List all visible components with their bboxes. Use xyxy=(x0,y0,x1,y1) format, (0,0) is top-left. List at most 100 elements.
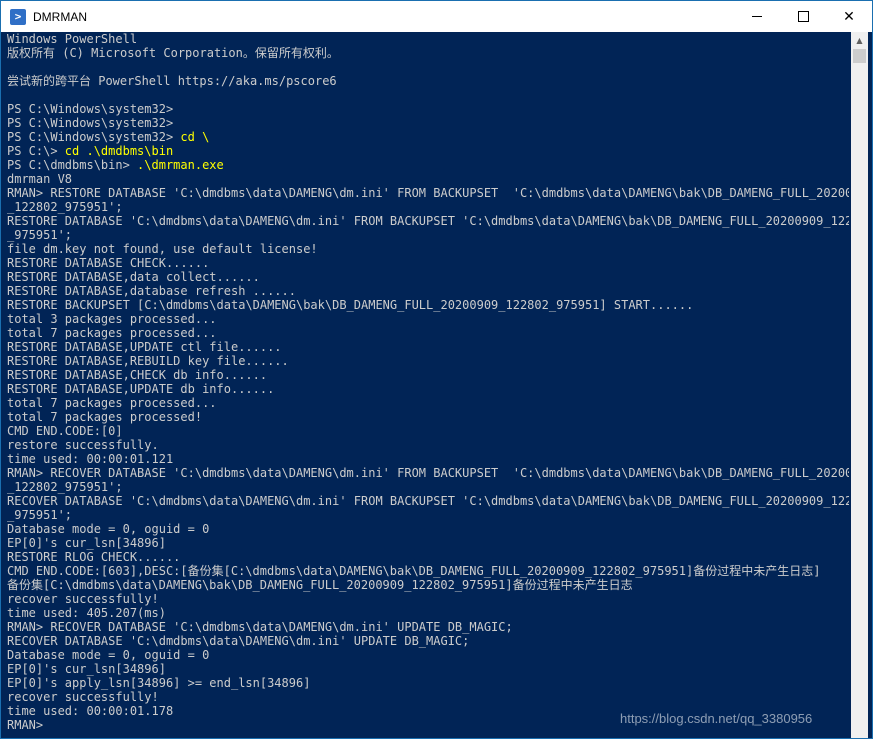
console-line: recover successfully! xyxy=(7,690,849,704)
console-line: RESTORE DATABASE CHECK...... xyxy=(7,256,849,270)
console-line: RMAN> RECOVER DATABASE 'C:\dmdbms\data\D… xyxy=(7,620,849,634)
powershell-window: > DMRMAN ✕ Windows PowerShell 版权所有 (C) Mi… xyxy=(0,0,873,739)
console-line: recover successfully! xyxy=(7,592,849,606)
console-line: Windows PowerShell xyxy=(7,32,849,46)
console-line-text: _975951'; xyxy=(7,508,73,522)
console-line: RESTORE DATABASE,REBUILD key file...... xyxy=(7,354,849,368)
console-line-text: restore successfully. xyxy=(7,438,159,452)
console-line-text: total 7 packages processed... xyxy=(7,396,217,410)
console-command-text: cd \ xyxy=(173,130,210,144)
console-line: total 7 packages processed... xyxy=(7,326,849,340)
console-line: total 7 packages processed! xyxy=(7,410,849,424)
console-line-text: CMD END.CODE:[0] xyxy=(7,424,123,438)
close-icon: ✕ xyxy=(843,8,855,25)
console-line: 版权所有 (C) Microsoft Corporation。保留所有权利。 xyxy=(7,46,849,60)
scroll-up-arrow-icon[interactable]: ▲ xyxy=(851,32,868,49)
console-line-text: PS C:\Windows\system32> xyxy=(7,102,174,116)
console-line-text: total 7 packages processed! xyxy=(7,410,203,424)
console-line-text: RESTORE DATABASE 'C:\dmdbms\data\DAMENG\… xyxy=(7,214,849,228)
console-line: RESTORE DATABASE,UPDATE db info...... xyxy=(7,382,849,396)
console-line: PS C:\Windows\system32> xyxy=(7,102,849,116)
console-line: EP[0]'s cur_lsn[34896] xyxy=(7,536,849,550)
console-line-text: RECOVER DATABASE 'C:\dmdbms\data\DAMENG\… xyxy=(7,634,470,648)
console-line-text: recover successfully! xyxy=(7,592,159,606)
console-line-text: 尝试新的跨平台 PowerShell https://aka.ms/pscore… xyxy=(7,74,337,88)
console-line-text: RMAN> RESTORE DATABASE 'C:\dmdbms\data\D… xyxy=(7,186,849,200)
console-line-text: CMD END.CODE:[603],DESC:[备份集[C:\dmdbms\d… xyxy=(7,564,821,578)
console-line-text: PS C:\Windows\system32> xyxy=(7,116,174,130)
console-line-text: Database mode = 0, oguid = 0 xyxy=(7,648,210,662)
console-line-text: EP[0]'s cur_lsn[34896] xyxy=(7,662,166,676)
minimize-icon xyxy=(752,16,762,17)
console-line: RESTORE BACKUPSET [C:\dmdbms\data\DAMENG… xyxy=(7,298,849,312)
console-line-text: RMAN> RECOVER DATABASE 'C:\dmdbms\data\D… xyxy=(7,466,849,480)
vertical-scrollbar[interactable]: ▲ xyxy=(851,32,868,738)
console-line-text: RESTORE DATABASE,UPDATE db info...... xyxy=(7,382,275,396)
console-line: _975951'; xyxy=(7,228,849,242)
console-output[interactable]: Windows PowerShell 版权所有 (C) Microsoft Cor… xyxy=(7,32,849,738)
console-line: RESTORE RLOG CHECK...... xyxy=(7,550,849,564)
console-line: _975951'; xyxy=(7,508,849,522)
console-line: RMAN> RESTORE DATABASE 'C:\dmdbms\data\D… xyxy=(7,186,849,200)
console-line: _122802_975951'; xyxy=(7,480,849,494)
console-line-text: time used: 00:00:01.121 xyxy=(7,452,174,466)
console-line: Database mode = 0, oguid = 0 xyxy=(7,648,849,662)
console-line: RECOVER DATABASE 'C:\dmdbms\data\DAMENG\… xyxy=(7,494,849,508)
console-line-text: _122802_975951'; xyxy=(7,200,123,214)
console-line: 备份集[C:\dmdbms\data\DAMENG\bak\DB_DAMENG_… xyxy=(7,578,849,592)
console-line: RMAN> RECOVER DATABASE 'C:\dmdbms\data\D… xyxy=(7,466,849,480)
console-line-text: EP[0]'s cur_lsn[34896] xyxy=(7,536,166,550)
console-line: 尝试新的跨平台 PowerShell https://aka.ms/pscore… xyxy=(7,74,849,88)
console-line-text: recover successfully! xyxy=(7,690,159,704)
console-line-text: RESTORE DATABASE,REBUILD key file...... xyxy=(7,354,289,368)
console-line-text: PS C:\> xyxy=(7,144,58,158)
console-line-text: 版权所有 (C) Microsoft Corporation。保留所有权利。 xyxy=(7,46,339,60)
console-line: PS C:\> cd .\dmdbms\bin xyxy=(7,144,849,158)
console-line-text: _975951'; xyxy=(7,228,73,242)
console-line: CMD END.CODE:[0] xyxy=(7,424,849,438)
console-line: PS C:\dmdbms\bin> .\dmrman.exe xyxy=(7,158,849,172)
console-line-text: RESTORE DATABASE,CHECK db info...... xyxy=(7,368,268,382)
console-line: file dm.key not found, use default licen… xyxy=(7,242,849,256)
console-line: PS C:\Windows\system32> cd \ xyxy=(7,130,849,144)
console-line: CMD END.CODE:[603],DESC:[备份集[C:\dmdbms\d… xyxy=(7,564,849,578)
console-line-text: PS C:\dmdbms\bin> xyxy=(7,158,130,172)
console-line-text: RESTORE DATABASE,database refresh ...... xyxy=(7,284,296,298)
console-line-text: time used: 405.207(ms) xyxy=(7,606,166,620)
console-line-text: Windows PowerShell xyxy=(7,32,138,46)
title-bar[interactable]: > DMRMAN ✕ xyxy=(1,1,872,32)
maximize-icon xyxy=(797,11,809,22)
console-line: RESTORE DATABASE 'C:\dmdbms\data\DAMENG\… xyxy=(7,214,849,228)
console-command-text: cd .\dmdbms\bin xyxy=(57,144,174,158)
console-line: EP[0]'s apply_lsn[34896] >= end_lsn[3489… xyxy=(7,676,849,690)
console-line-text: dmrman V8 xyxy=(7,172,73,186)
console-line-text: RECOVER DATABASE 'C:\dmdbms\data\DAMENG\… xyxy=(7,494,849,508)
console-line: Database mode = 0, oguid = 0 xyxy=(7,522,849,536)
scroll-thumb[interactable] xyxy=(853,49,866,63)
console-line-text: file dm.key not found, use default licen… xyxy=(7,242,318,256)
window-title: DMRMAN xyxy=(33,9,87,24)
console-line-text: RESTORE DATABASE,UPDATE ctl file...... xyxy=(7,340,282,354)
minimize-button[interactable] xyxy=(734,1,780,32)
console-line-text: RESTORE DATABASE,data collect...... xyxy=(7,270,260,284)
console-line: PS C:\Windows\system32> xyxy=(7,116,849,130)
console-line: RESTORE DATABASE,database refresh ...... xyxy=(7,284,849,298)
console-command-text: .\dmrman.exe xyxy=(129,158,224,172)
console-line-text: _122802_975951'; xyxy=(7,480,123,494)
console-line-text: 备份集[C:\dmdbms\data\DAMENG\bak\DB_DAMENG_… xyxy=(7,578,633,592)
powershell-icon: > xyxy=(10,8,26,25)
console-line: total 7 packages processed... xyxy=(7,396,849,410)
console-line-text: RESTORE DATABASE CHECK...... xyxy=(7,256,210,270)
console-line-text: total 7 packages processed... xyxy=(7,326,217,340)
console-line: RECOVER DATABASE 'C:\dmdbms\data\DAMENG\… xyxy=(7,634,849,648)
console-line: total 3 packages processed... xyxy=(7,312,849,326)
maximize-button[interactable] xyxy=(780,1,826,32)
close-button[interactable]: ✕ xyxy=(826,1,872,32)
console-line: _122802_975951'; xyxy=(7,200,849,214)
watermark-text: https://blog.csdn.net/qq_3380956 xyxy=(620,711,813,726)
console-line-text: time used: 00:00:01.178 xyxy=(7,704,174,718)
console-line: restore successfully. xyxy=(7,438,849,452)
console-line: RESTORE DATABASE,CHECK db info...... xyxy=(7,368,849,382)
